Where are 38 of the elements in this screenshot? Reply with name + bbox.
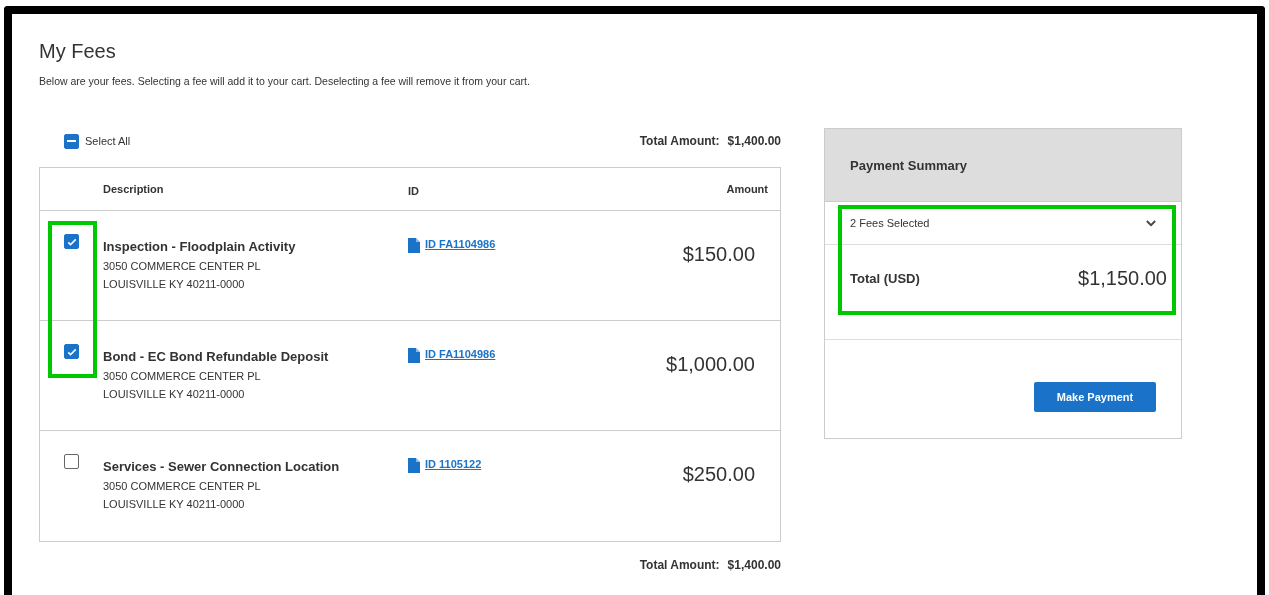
select-all-checkbox[interactable] <box>64 133 79 149</box>
fee-amount: $250.00 <box>682 463 755 486</box>
total-label: Total (USD) <box>850 271 920 286</box>
document-icon <box>408 458 420 473</box>
fee-checkbox[interactable] <box>64 344 79 359</box>
fee-checkbox[interactable] <box>64 234 79 249</box>
fee-address: LOUISVILLE KY 40211-0000 <box>103 498 246 510</box>
intro-text: Below are your fees. Selecting a fee will add it to your cart. Deselecting a fee will remove it from your cart. <box>39 75 531 87</box>
make-payment-button[interactable]: Make Payment <box>1034 382 1156 412</box>
fee-checkbox[interactable] <box>64 454 79 469</box>
fee-id-link[interactable]: ID FA1104986 <box>425 348 496 360</box>
fee-address: LOUISVILLE KY 40211-0000 <box>103 278 246 290</box>
page-title: My Fees <box>39 40 117 63</box>
fee-id-link[interactable]: ID 1105122 <box>425 458 482 470</box>
panel-title: Payment Summary <box>850 157 968 173</box>
chevron-icon <box>1146 219 1156 227</box>
total-amount-value: $1,400.00 <box>727 134 781 148</box>
document-icon <box>408 348 420 363</box>
column-header: ID <box>408 184 420 197</box>
document-icon <box>408 238 420 253</box>
fee-id-link[interactable]: ID FA1104986 <box>425 238 496 250</box>
fee-description: Services - Sewer Connection Location <box>103 459 341 474</box>
fee-address: 3050 COMMERCE CENTER PL <box>103 260 262 272</box>
fee-address: 3050 COMMERCE CENTER PL <box>103 480 262 492</box>
fee-description: Bond - EC Bond Refundable Deposit <box>103 349 330 364</box>
column-header: Description <box>103 183 165 195</box>
total-value: $1,150.00 <box>1078 267 1167 290</box>
fee-amount: $150.00 <box>682 243 755 266</box>
total-amount-label: Total Amount: <box>639 558 720 572</box>
fees-selected-toggle[interactable]: 2 Fees Selected <box>825 202 1181 245</box>
fee-address: 3050 COMMERCE CENTER PL <box>103 370 262 382</box>
fee-amount: $1,000.00 <box>666 353 755 376</box>
total-amount-label: Total Amount: <box>639 134 720 148</box>
fee-description: Inspection - Floodplain Activity <box>103 239 297 254</box>
column-header: Amount <box>725 183 769 195</box>
total-amount-value: $1,400.00 <box>727 558 781 572</box>
select-all-label[interactable]: Select All <box>85 135 131 147</box>
fee-address: LOUISVILLE KY 40211-0000 <box>103 388 246 400</box>
